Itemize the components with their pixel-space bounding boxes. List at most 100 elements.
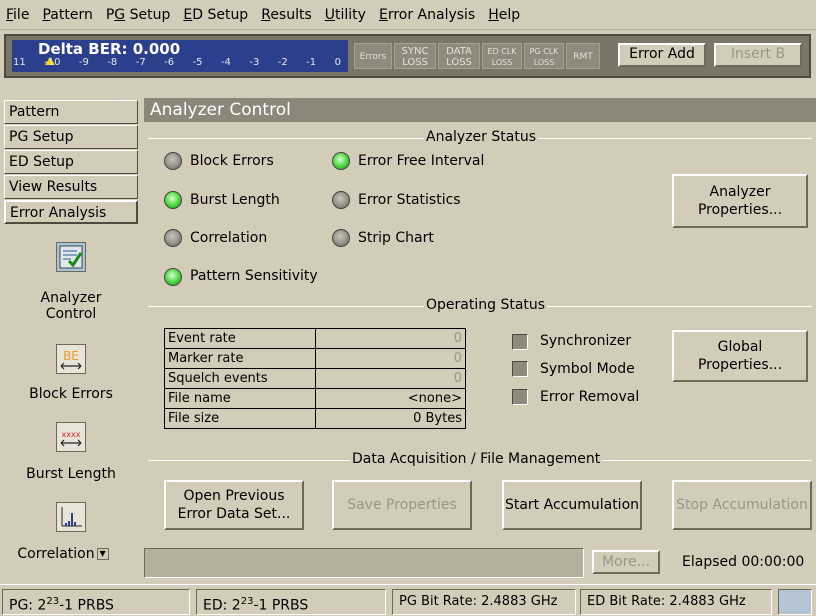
status-graph-icon[interactable] <box>778 589 812 615</box>
correlation-chart-icon <box>61 507 82 527</box>
sync-loss-indicator: SYNC LOSS <box>394 43 436 69</box>
svg-text:BE: BE <box>63 349 79 363</box>
ber-scale: 11 -10 -9 -8 -7 -6 -5 -4 -3 -2 -1 0 <box>13 57 347 68</box>
more-button[interactable]: More... <box>592 550 660 574</box>
pattern-sensitivity-status-label[interactable]: Pattern Sensitivity <box>190 268 318 284</box>
analyzer-properties-button[interactable]: Analyzer Properties... <box>672 174 808 228</box>
ed-bit-rate-status: ED Bit Rate: 2.4883 GHz <box>580 589 772 615</box>
ber-scale-tick: -3 <box>249 57 260 68</box>
panel-title: Analyzer Control <box>144 98 816 122</box>
ber-scale-tick: -7 <box>135 57 146 68</box>
block-errors-status-label[interactable]: Block Errors <box>190 153 274 169</box>
operating-status-table: Event rate 0 Marker rate 0 Squelch event… <box>164 328 466 429</box>
error-free-interval-led-icon <box>332 152 350 170</box>
symbol-mode-label: Symbol Mode <box>540 361 635 377</box>
pg-clk-loss-indicator: PG CLK LOSS <box>524 43 564 69</box>
scroll-down-icon[interactable]: ▼ <box>96 548 109 560</box>
operating-status-title: Operating Status <box>424 297 548 313</box>
pattern-sensitivity-led-icon <box>164 268 182 286</box>
nav-tab-pg-setup[interactable]: PG Setup <box>4 125 138 149</box>
error-free-interval-status-label[interactable]: Error Free Interval <box>358 153 484 169</box>
checklist-icon <box>59 245 83 269</box>
analyzer-status-title: Analyzer Status <box>424 129 538 145</box>
correlation-caption: Correlation ▼ <box>0 546 130 562</box>
burst-length-caption: Burst Length <box>26 466 116 482</box>
file-size-label: File size <box>164 408 316 429</box>
squelch-events-value: 0 <box>315 368 466 389</box>
start-accumulation-button[interactable]: Start Accumulation <box>502 480 642 530</box>
menu-help[interactable]: Help <box>488 7 520 23</box>
block-errors-nav-icon[interactable]: BE <box>56 344 86 374</box>
error-statistics-status-label[interactable]: Error Statistics <box>358 192 461 208</box>
left-navigation: Pattern PG Setup ED Setup View Results E… <box>4 100 142 570</box>
data-loss-indicator: DATA LOSS <box>438 43 480 69</box>
burst-length-icon: xxxx <box>60 430 82 447</box>
table-row: Marker rate 0 <box>164 348 466 369</box>
ber-scale-tick: -1 <box>306 57 317 68</box>
squelch-events-label: Squelch events <box>164 368 316 389</box>
nav-tab-pattern[interactable]: Pattern <box>4 100 138 124</box>
table-row: Squelch events 0 <box>164 368 466 389</box>
message-field <box>144 548 584 578</box>
synchronizer-label: Synchronizer <box>540 333 632 349</box>
menu-utility[interactable]: Utility <box>325 7 366 23</box>
table-row: File name <none> <box>164 388 466 409</box>
open-previous-error-data-set-button[interactable]: Open Previous Error Data Set... <box>164 480 304 530</box>
table-row: File size 0 Bytes <box>164 408 466 429</box>
menu-pattern[interactable]: Pattern <box>42 7 92 23</box>
ed-clk-loss-indicator: ED CLK LOSS <box>482 43 522 69</box>
save-properties-button[interactable]: Save Properties <box>332 480 472 530</box>
insert-b-button[interactable]: Insert B <box>714 43 802 67</box>
ber-scale-tick: -9 <box>78 57 89 68</box>
ber-header-strip: Delta BER: 0.000 11 -10 -9 -8 -7 -6 -5 -… <box>4 34 811 78</box>
menu-file[interactable]: File <box>6 7 29 23</box>
correlation-nav-icon[interactable] <box>56 502 86 532</box>
file-name-value: <none> <box>315 388 466 409</box>
status-bar: PG: 223-1 PRBS ED: 223-1 PRBS PG Bit Rat… <box>0 584 816 616</box>
strip-chart-led-icon <box>332 229 350 247</box>
event-rate-value: 0 <box>315 328 466 349</box>
global-properties-button[interactable]: Global Properties... <box>672 330 808 382</box>
error-removal-checkbox[interactable] <box>512 389 528 405</box>
correlation-status-label[interactable]: Correlation <box>190 230 267 246</box>
correlation-led-icon <box>164 229 182 247</box>
delta-ber-display: Delta BER: 0.000 11 -10 -9 -8 -7 -6 -5 -… <box>12 40 348 72</box>
burst-length-nav-icon[interactable]: xxxx <box>56 422 86 452</box>
burst-length-status-label[interactable]: Burst Length <box>190 192 280 208</box>
symbol-mode-checkbox[interactable] <box>512 361 528 377</box>
ber-scale-tick: -2 <box>277 57 288 68</box>
analyzer-control-caption: Analyzer Control <box>40 290 102 322</box>
error-add-button[interactable]: Error Add <box>618 43 706 67</box>
ber-scale-tick: 11 <box>13 57 26 68</box>
strip-chart-status-label[interactable]: Strip Chart <box>358 230 434 246</box>
marker-rate-value: 0 <box>315 348 466 369</box>
ed-pattern-status: ED: 223-1 PRBS <box>196 589 386 615</box>
ber-scale-tick: -6 <box>164 57 175 68</box>
analyzer-control-icon[interactable] <box>56 242 86 272</box>
menu-bar: File Pattern PG Setup ED Setup Results U… <box>0 0 816 30</box>
synchronizer-checkbox[interactable] <box>512 334 528 350</box>
ber-scale-tick: 0 <box>334 57 341 68</box>
block-errors-led-icon <box>164 152 182 170</box>
menu-ed-setup[interactable]: ED Setup <box>183 7 248 23</box>
delta-ber-label: Delta BER: 0.000 <box>38 40 181 58</box>
menu-results[interactable]: Results <box>261 7 312 23</box>
block-errors-icon: BE <box>60 349 82 370</box>
pg-pattern-status: PG: 223-1 PRBS <box>2 589 190 615</box>
menu-pg-setup[interactable]: PG Setup <box>106 7 171 23</box>
stop-accumulation-button[interactable]: Stop Accumulation <box>672 480 812 530</box>
svg-text:xxxx: xxxx <box>62 430 81 439</box>
nav-tab-error-analysis[interactable]: Error Analysis <box>4 200 138 224</box>
block-errors-caption: Block Errors <box>29 386 113 402</box>
marker-rate-label: Marker rate <box>164 348 316 369</box>
elapsed-time: Elapsed 00:00:00 <box>682 554 805 570</box>
burst-length-led-icon <box>164 191 182 209</box>
event-rate-label: Event rate <box>164 328 316 349</box>
nav-tab-view-results[interactable]: View Results <box>4 175 138 199</box>
file-size-value: 0 Bytes <box>315 408 466 429</box>
analyzer-control-panel: Analyzer Control Analyzer Status Block E… <box>144 98 816 578</box>
menu-error-analysis[interactable]: Error Analysis <box>379 7 475 23</box>
rmt-indicator: RMT <box>566 43 600 69</box>
pg-bit-rate-status: PG Bit Rate: 2.4883 GHz <box>392 589 576 615</box>
nav-tab-ed-setup[interactable]: ED Setup <box>4 150 138 174</box>
